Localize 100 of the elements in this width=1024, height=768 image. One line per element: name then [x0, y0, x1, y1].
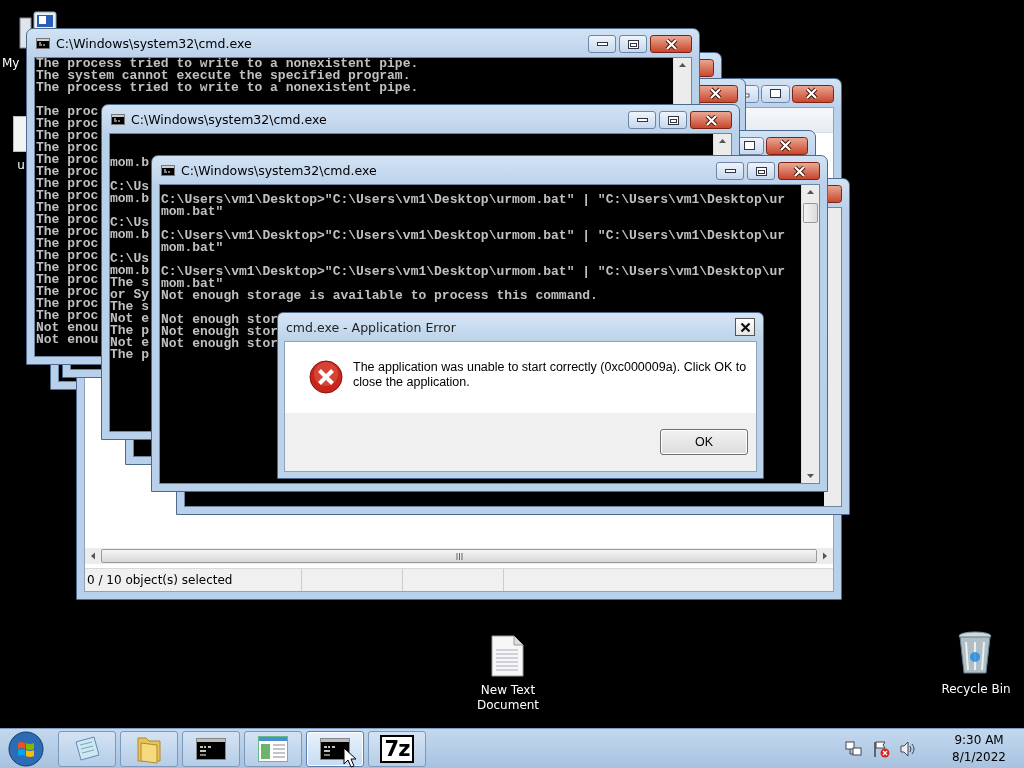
error-message: The application was unable to start correctly (0xc000009a). Click OK to close the application. [353, 360, 748, 391]
minimize-button[interactable] [628, 111, 656, 129]
close-icon [792, 165, 806, 177]
clock-time: 9:30 AM [954, 731, 1004, 749]
close-icon [739, 321, 751, 333]
close-button[interactable] [650, 35, 692, 53]
dialog-title: cmd.exe - Application Error [286, 319, 456, 335]
console-line: The proc [36, 142, 99, 154]
console-line: The proc [36, 166, 99, 178]
console-line: The system cannot execute the specified program. [36, 70, 411, 82]
console-line: The proc [36, 118, 99, 130]
close-icon [704, 114, 718, 126]
flag-icon[interactable] [872, 739, 891, 758]
console-line: The p [110, 349, 149, 361]
network-icon[interactable] [845, 740, 864, 757]
console-line: The proc [36, 262, 99, 274]
close-button[interactable] [735, 318, 755, 336]
minimize-button[interactable] [588, 35, 616, 53]
console-line: The proc [36, 286, 99, 298]
console-line: Not enough stor [161, 326, 279, 338]
console-icon [320, 737, 350, 760]
window-icon [258, 735, 288, 762]
vertical-scrollbar[interactable] [801, 185, 819, 483]
console-line: The proc [36, 214, 99, 226]
error-icon [309, 360, 343, 394]
close-icon [664, 38, 678, 50]
console-line: Not enou [36, 334, 99, 346]
console-line: The proc [36, 202, 99, 214]
console-line: or Sy [110, 289, 149, 301]
console-line: The s [110, 277, 149, 289]
console-line: The proc [36, 310, 99, 322]
console-line: The proc [36, 154, 99, 166]
grip-icon [455, 552, 463, 560]
console-line: C:\Us [110, 253, 149, 265]
console-line: mom.b [110, 157, 149, 169]
minimize-icon [724, 169, 736, 173]
console-line: The process tried to write to a nonexistent pipe. [36, 58, 419, 70]
speaker-icon[interactable] [899, 740, 918, 757]
close-button[interactable] [690, 111, 732, 129]
icon-label: New Text Document [475, 683, 541, 713]
console-line: The proc [36, 238, 99, 250]
console-line: mom.b [110, 193, 149, 205]
window-title: C:\Windows\system32\cmd.exe [181, 163, 377, 178]
minimize-icon [596, 42, 608, 46]
ok-button[interactable]: OK [660, 429, 748, 455]
console-line: mom.bat" [161, 206, 224, 218]
console-line: Not enough storage is available to process this command. [161, 290, 598, 302]
minimize-icon [636, 118, 648, 122]
scroll-thumb[interactable] [101, 549, 817, 563]
console-line: C:\Users\vm1\Desktop>"C:\Users\vm1\Desktop\urmom.bat" | "C:\Users\vm1\Desktop\ur [161, 194, 786, 206]
console-line: The proc [36, 298, 99, 310]
maximize-icon [627, 39, 639, 49]
horizontal-scrollbar[interactable] [85, 548, 833, 564]
console-line: The proc [36, 250, 99, 262]
minimize-button[interactable] [716, 162, 744, 180]
console-line: The proc [36, 130, 99, 142]
console-line: Not e [110, 337, 149, 349]
status-text: 0 / 10 object(s) selected [86, 573, 234, 587]
console-line: The proc [36, 190, 99, 202]
notepad-icon [72, 733, 102, 764]
console-line: Not enough stor [161, 338, 279, 350]
cursor-icon [343, 747, 356, 768]
icon-label: u [16, 158, 25, 173]
clock[interactable]: 9:30 AM 8/1/2022 [952, 731, 1006, 766]
file-icon [13, 116, 27, 152]
text-document-icon [490, 635, 524, 677]
console-line: mom.b [110, 265, 149, 277]
console-icon [196, 737, 226, 760]
window-title: C:\Windows\system32\cmd.exe [56, 36, 252, 51]
maximize-icon [667, 115, 679, 125]
start-orb-icon [8, 730, 44, 767]
console-line: The proc [36, 106, 99, 118]
console-line: The p [110, 325, 149, 337]
console-line: The process tried to write to a nonexistent pipe. [36, 82, 419, 94]
console-line: The proc [36, 274, 99, 286]
maximize-button[interactable] [619, 35, 647, 53]
scroll-thumb[interactable] [803, 203, 818, 223]
console-line: C:\Users\vm1\Desktop>"C:\Users\vm1\Desktop\urmom.bat" | "C:\Users\vm1\Desktop\ur [161, 266, 786, 278]
console-line: Not e [110, 313, 149, 325]
taskbar-button[interactable]: 7z [368, 730, 426, 767]
console-line: mom.bat" [161, 242, 224, 254]
console-line: The s [110, 301, 149, 313]
maximize-icon [755, 166, 767, 176]
console-line: mom.b [110, 229, 149, 241]
close-button[interactable] [778, 162, 820, 180]
console-line: Not enough stor [161, 314, 279, 326]
maximize-button[interactable] [747, 162, 775, 180]
console-line: C:\Us [110, 181, 149, 193]
maximize-button[interactable] [659, 111, 687, 129]
console-line: C:\Us [110, 217, 149, 229]
console-icon [111, 114, 125, 125]
icon-label: My [1, 56, 20, 71]
recycle-bin-icon [957, 630, 993, 676]
window-title: C:\Windows\system32\cmd.exe [131, 112, 327, 127]
taskbar-button[interactable] [182, 730, 240, 767]
icon-label: Recycle Bin [940, 682, 1011, 697]
console-line: The proc [36, 226, 99, 238]
console-icon [36, 38, 50, 49]
console-line: mom.bat" [161, 278, 224, 290]
clock-date: 8/1/2022 [952, 748, 1006, 766]
